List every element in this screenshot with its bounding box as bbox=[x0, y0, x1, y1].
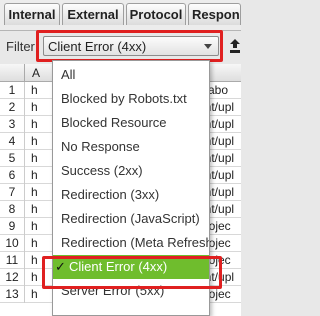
address-cell: h bbox=[31, 253, 38, 267]
tab-internal[interactable]: Internal bbox=[4, 3, 60, 25]
export-icon[interactable] bbox=[229, 38, 241, 54]
row-number: 3 bbox=[0, 116, 25, 133]
filter-option-label: Redirection (3xx) bbox=[61, 187, 160, 202]
address-cell: h bbox=[31, 151, 38, 165]
row-number: 4 bbox=[0, 133, 25, 150]
filter-option-label: Success (2xx) bbox=[61, 163, 143, 178]
filter-dropdown-menu: All Blocked by Robots.txt Blocked Resource… bbox=[52, 60, 210, 316]
filter-option[interactable]: Blocked Resource bbox=[53, 111, 209, 135]
filter-option-label: Client Error (4xx) bbox=[69, 259, 168, 274]
tab-external[interactable]: External bbox=[62, 3, 124, 25]
address-cell: h bbox=[31, 185, 38, 199]
row-number: 2 bbox=[0, 99, 25, 116]
row-number: 10 bbox=[0, 235, 25, 252]
row-number: 1 bbox=[0, 82, 25, 99]
filter-option[interactable]: No Response bbox=[53, 135, 209, 159]
filter-label: Filter: bbox=[6, 39, 39, 54]
checkmark-icon: ✓ bbox=[55, 259, 66, 274]
address-cell: h bbox=[31, 117, 38, 131]
filter-option-label: Blocked by Robots.txt bbox=[61, 91, 187, 106]
address-cell: h bbox=[31, 168, 38, 182]
filter-option-label: Redirection (Meta Refresh) bbox=[61, 235, 209, 250]
row-number: 11 bbox=[0, 252, 25, 269]
filter-option-label: Server Error (5xx) bbox=[61, 283, 165, 298]
row-number: 9 bbox=[0, 218, 25, 235]
filter-option[interactable]: Redirection (3xx) bbox=[53, 183, 209, 207]
chevron-down-icon[interactable] bbox=[204, 44, 212, 49]
address-cell: h bbox=[31, 202, 38, 216]
address-cell: h bbox=[31, 134, 38, 148]
column-header-address[interactable]: A bbox=[32, 66, 40, 80]
tab-bar: Internal External Protocol Response bbox=[0, 0, 241, 31]
filter-option-label: Blocked Resource bbox=[61, 115, 167, 130]
address-cell: h bbox=[31, 83, 38, 97]
row-number: 8 bbox=[0, 201, 25, 218]
row-number: 6 bbox=[0, 167, 25, 184]
column-divider[interactable] bbox=[24, 64, 25, 81]
tab-response[interactable]: Response bbox=[188, 3, 241, 25]
address-cell: h bbox=[31, 100, 38, 114]
row-number: 12 bbox=[0, 269, 25, 286]
filter-option[interactable]: Success (2xx) bbox=[53, 159, 209, 183]
address-cell: h bbox=[31, 270, 38, 284]
filter-option[interactable]: Redirection (JavaScript) bbox=[53, 207, 209, 231]
row-number: 5 bbox=[0, 150, 25, 167]
tab-protocol[interactable]: Protocol bbox=[126, 3, 186, 25]
filter-option[interactable]: Blocked by Robots.txt bbox=[53, 87, 209, 111]
filter-option-label: No Response bbox=[61, 139, 140, 154]
filter-option[interactable]: All bbox=[53, 63, 209, 87]
filter-option[interactable]: ✓ Client Error (4xx) bbox=[53, 255, 209, 279]
filter-select[interactable]: Client Error (4xx) bbox=[43, 36, 219, 56]
filter-option[interactable]: Redirection (Meta Refresh) bbox=[53, 231, 209, 255]
address-cell: h bbox=[31, 236, 38, 250]
address-cell: h bbox=[31, 287, 38, 301]
row-number: 7 bbox=[0, 184, 25, 201]
filter-option[interactable]: Server Error (5xx) bbox=[53, 279, 209, 303]
filter-selected-value: Client Error (4xx) bbox=[48, 39, 147, 54]
row-number: 13 bbox=[0, 286, 25, 303]
filter-option-label: Redirection (JavaScript) bbox=[61, 211, 200, 226]
address-cell: h bbox=[31, 219, 38, 233]
filter-option-label: All bbox=[61, 67, 76, 82]
